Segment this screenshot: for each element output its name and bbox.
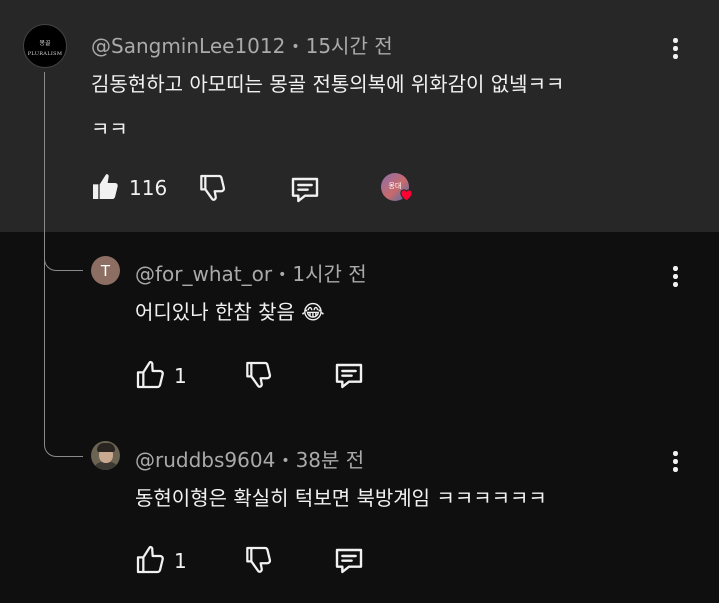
like-icon bbox=[136, 360, 164, 389]
avatar[interactable] bbox=[91, 441, 120, 470]
reply-button[interactable] bbox=[332, 359, 366, 391]
more-icon-dot bbox=[673, 54, 678, 59]
reply-button[interactable] bbox=[288, 173, 322, 205]
thread-connector-reply-1 bbox=[44, 230, 83, 271]
dislike-button[interactable] bbox=[242, 359, 274, 391]
like-count: 116 bbox=[129, 176, 168, 200]
dislike-icon bbox=[246, 546, 272, 573]
more-icon bbox=[673, 38, 678, 43]
like-icon bbox=[93, 174, 118, 199]
comment-time[interactable]: 1시간 전 bbox=[292, 262, 366, 286]
comment-text: 동현이형은 확실히 턱보면 북방계임 ㅋㅋㅋㅋㅋㅋ bbox=[135, 486, 547, 510]
comment-text: 어디있나 한참 찾음 😂 bbox=[135, 300, 325, 324]
dislike-button[interactable] bbox=[242, 544, 274, 576]
comment-meta: @SangminLee1012 • 15시간 전 bbox=[91, 30, 393, 59]
comment-meta: @ruddbs9604 • 38분 전 bbox=[135, 444, 364, 473]
comment-text-line: ㅋㅋ bbox=[91, 117, 128, 141]
more-button[interactable] bbox=[673, 266, 679, 288]
comment-text-line: 김동현하고 아모띠는 몽골 전통의복에 위화감이 없넼ㅋㅋ bbox=[91, 72, 565, 96]
comment-meta: @for_what_or • 1시간 전 bbox=[135, 258, 367, 287]
like-icon bbox=[136, 545, 164, 574]
meta-separator: • bbox=[291, 39, 300, 55]
like-button[interactable] bbox=[134, 359, 166, 391]
like-count: 1 bbox=[174, 364, 187, 388]
more-icon bbox=[673, 266, 678, 271]
comment-time[interactable]: 38분 전 bbox=[296, 448, 365, 472]
thread-connector-reply-2 bbox=[44, 420, 83, 457]
more-icon bbox=[673, 451, 678, 456]
heart-icon bbox=[400, 189, 413, 202]
avatar-letter: T bbox=[100, 261, 111, 280]
more-icon-dot bbox=[673, 467, 678, 472]
more-button[interactable] bbox=[673, 451, 679, 473]
reply-button[interactable] bbox=[332, 544, 366, 576]
like-count: 1 bbox=[174, 549, 187, 573]
comment-time[interactable]: 15시간 전 bbox=[306, 34, 393, 58]
reply-icon bbox=[335, 363, 363, 389]
more-icon-dot bbox=[673, 46, 678, 51]
avatar[interactable]: T bbox=[91, 256, 120, 285]
avatar[interactable]: 몽골 PLURALISM bbox=[23, 24, 67, 68]
like-button[interactable] bbox=[89, 171, 121, 203]
meta-separator: • bbox=[281, 453, 290, 469]
avatar-text: 몽골 bbox=[39, 40, 51, 47]
dislike-icon bbox=[200, 174, 226, 201]
more-icon-dot bbox=[673, 274, 678, 279]
avatar-figure bbox=[94, 462, 118, 470]
meta-separator: • bbox=[278, 267, 287, 283]
more-icon-dot bbox=[673, 459, 678, 464]
creator-heart-badge: 몽대 bbox=[381, 173, 413, 203]
more-icon-dot bbox=[673, 282, 678, 287]
comment-author[interactable]: @for_what_or bbox=[135, 262, 272, 286]
more-button[interactable] bbox=[673, 38, 679, 60]
comment-author[interactable]: @ruddbs9604 bbox=[135, 448, 275, 472]
reply-icon bbox=[291, 177, 319, 203]
dislike-button[interactable] bbox=[196, 172, 228, 204]
dislike-icon bbox=[246, 361, 272, 388]
reply-icon bbox=[335, 548, 363, 574]
avatar-text: PLURALISM bbox=[27, 51, 63, 57]
like-button[interactable] bbox=[134, 544, 166, 576]
avatar-figure bbox=[97, 443, 115, 452]
comment-author[interactable]: @SangminLee1012 bbox=[91, 34, 285, 58]
